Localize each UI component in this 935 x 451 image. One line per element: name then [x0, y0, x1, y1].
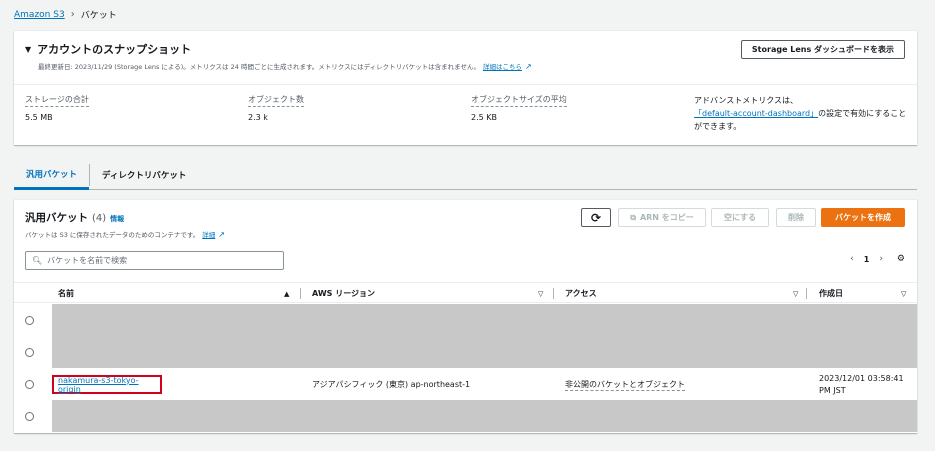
metric-value: 2.5 KB	[471, 113, 497, 122]
breadcrumb-amazon-s3[interactable]: Amazon S3	[14, 10, 65, 20]
column-region[interactable]: AWS リージョン ▽	[312, 283, 554, 304]
default-dashboard-link[interactable]: 「default-account-dashboard」	[694, 109, 818, 118]
empty-button[interactable]: 空にする	[711, 208, 769, 227]
details-link[interactable]: 詳細	[202, 229, 215, 239]
metric-avg-object-size: オブジェクトサイズの平均 2.5 KB	[471, 94, 567, 122]
divider	[14, 84, 917, 85]
tab-general-purpose[interactable]: 汎用バケット	[14, 160, 90, 190]
caret-down-icon[interactable]: ▼	[25, 45, 31, 54]
column-created-label: 作成日	[819, 289, 843, 298]
created-date: 2023/12/01 03:58:41	[819, 374, 904, 383]
buckets-count: (4)	[92, 213, 107, 224]
snapshot-title: アカウントのスナップショット	[37, 43, 192, 56]
copy-icon: ⧉	[630, 212, 636, 222]
sort-ascending-icon[interactable]: ▲	[284, 290, 289, 298]
delete-button[interactable]: 削除	[776, 208, 816, 227]
sort-icon[interactable]: ▽	[538, 290, 543, 298]
created-time-zone: PM JST	[819, 386, 846, 395]
sort-icon[interactable]: ▽	[793, 290, 798, 298]
table-row	[14, 336, 917, 368]
bucket-name[interactable]: nakamura-s3-tokyo-origin	[58, 376, 160, 394]
breadcrumb-current: バケット	[80, 11, 117, 21]
snapshot-subtitle: 最終更新日: 2023/11/29 (Storage Lens による)。メトリ…	[38, 61, 532, 72]
advanced-prefix: アドバンストメトリクスは、	[694, 96, 798, 105]
table-header: 名前 ▲ AWS リージョン ▽ アクセス ▽ 作成日 ▽	[14, 282, 917, 303]
table-row: nakamura-s3-tokyo-origin アジアパシフィック (東京) …	[14, 368, 917, 400]
buckets-header: 汎用バケット (4) 情報	[25, 210, 124, 225]
chevron-right-icon: ›	[70, 9, 75, 20]
buckets-title: 汎用バケット	[25, 212, 88, 224]
learn-more-link[interactable]: 詳細はこちら	[483, 61, 522, 71]
row-radio[interactable]	[25, 380, 34, 389]
bucket-access: 非公開のバケットとオブジェクト	[565, 380, 685, 391]
column-divider	[806, 288, 807, 299]
bucket-region: アジアパシフィック (東京) ap-northeast-1	[312, 380, 471, 389]
copy-arn-label: ARN をコピー	[639, 213, 694, 222]
column-divider	[300, 288, 301, 299]
metric-object-count: オブジェクト数 2.3 k	[248, 94, 304, 122]
external-link-icon: ↗	[218, 229, 225, 239]
snapshot-subtitle-text: 最終更新日: 2023/11/29 (Storage Lens による)。メトリ…	[38, 63, 480, 71]
pagination: ‹ 1 › ⚙	[850, 254, 905, 264]
buckets-description: バケットは S3 に保存されたデータのためのコンテナです。 詳細 ↗	[25, 229, 225, 240]
buckets-panel: 汎用バケット (4) 情報 バケットは S3 に保存されたデータのためのコンテナ…	[14, 200, 917, 433]
buckets-description-text: バケットは S3 に保存されたデータのためのコンテナです。	[25, 231, 200, 239]
column-divider	[553, 288, 554, 299]
redacted-block	[52, 304, 917, 336]
row-radio[interactable]	[25, 412, 34, 421]
refresh-button[interactable]: ⟳	[581, 208, 611, 227]
column-access-label: アクセス	[565, 289, 597, 298]
bucket-tabs: 汎用バケット ディレクトリバケット	[14, 160, 917, 190]
row-radio[interactable]	[25, 348, 34, 357]
info-link[interactable]: 情報	[110, 214, 124, 224]
table-row	[14, 304, 917, 336]
redacted-block	[52, 336, 917, 368]
sort-icon[interactable]: ▽	[901, 290, 906, 298]
column-region-label: AWS リージョン	[312, 289, 376, 298]
snapshot-header[interactable]: ▼ アカウントのスナップショット	[25, 41, 191, 57]
metric-label: ストレージの合計	[25, 94, 89, 107]
storage-lens-dashboard-button[interactable]: Storage Lens ダッシュボードを表示	[741, 40, 905, 59]
redacted-block	[52, 400, 917, 432]
advanced-metrics-note: アドバンストメトリクスは、 「default-account-dashboard…	[694, 94, 909, 133]
metric-label: オブジェクトサイズの平均	[471, 94, 567, 107]
metric-value: 2.3 k	[248, 113, 268, 122]
chevron-left-icon[interactable]: ‹	[850, 254, 854, 264]
tab-directory[interactable]: ディレクトリバケット	[89, 164, 198, 186]
copy-arn-button[interactable]: ⧉ ARN をコピー	[618, 208, 706, 227]
metric-value: 5.5 MB	[25, 113, 53, 122]
gear-icon[interactable]: ⚙	[897, 254, 905, 264]
column-created[interactable]: 作成日 ▽	[819, 283, 914, 304]
bucket-created: 2023/12/01 03:58:41 PM JST	[819, 373, 904, 397]
page-number[interactable]: 1	[864, 255, 870, 264]
table-row	[14, 400, 917, 432]
create-bucket-button[interactable]: バケットを作成	[821, 208, 905, 227]
column-name[interactable]: 名前 ▲	[58, 283, 301, 304]
column-access[interactable]: アクセス ▽	[565, 283, 810, 304]
column-name-label: 名前	[58, 289, 74, 298]
breadcrumb: Amazon S3 › バケット	[14, 8, 117, 21]
bucket-name-link[interactable]: nakamura-s3-tokyo-origin	[52, 375, 162, 394]
external-link-icon: ↗	[524, 61, 532, 71]
search-placeholder: バケットを名前で検索	[47, 256, 128, 265]
search-icon: 🔍︎	[32, 256, 43, 265]
metric-total-storage: ストレージの合計 5.5 MB	[25, 94, 89, 122]
search-input[interactable]: 🔍︎ バケットを名前で検索	[25, 251, 284, 270]
account-snapshot-panel: ▼ アカウントのスナップショット 最終更新日: 2023/11/29 (Stor…	[14, 31, 917, 145]
chevron-right-icon[interactable]: ›	[879, 254, 883, 264]
metric-label: オブジェクト数	[248, 94, 304, 107]
row-radio[interactable]	[25, 316, 34, 325]
refresh-icon: ⟳	[590, 210, 602, 225]
